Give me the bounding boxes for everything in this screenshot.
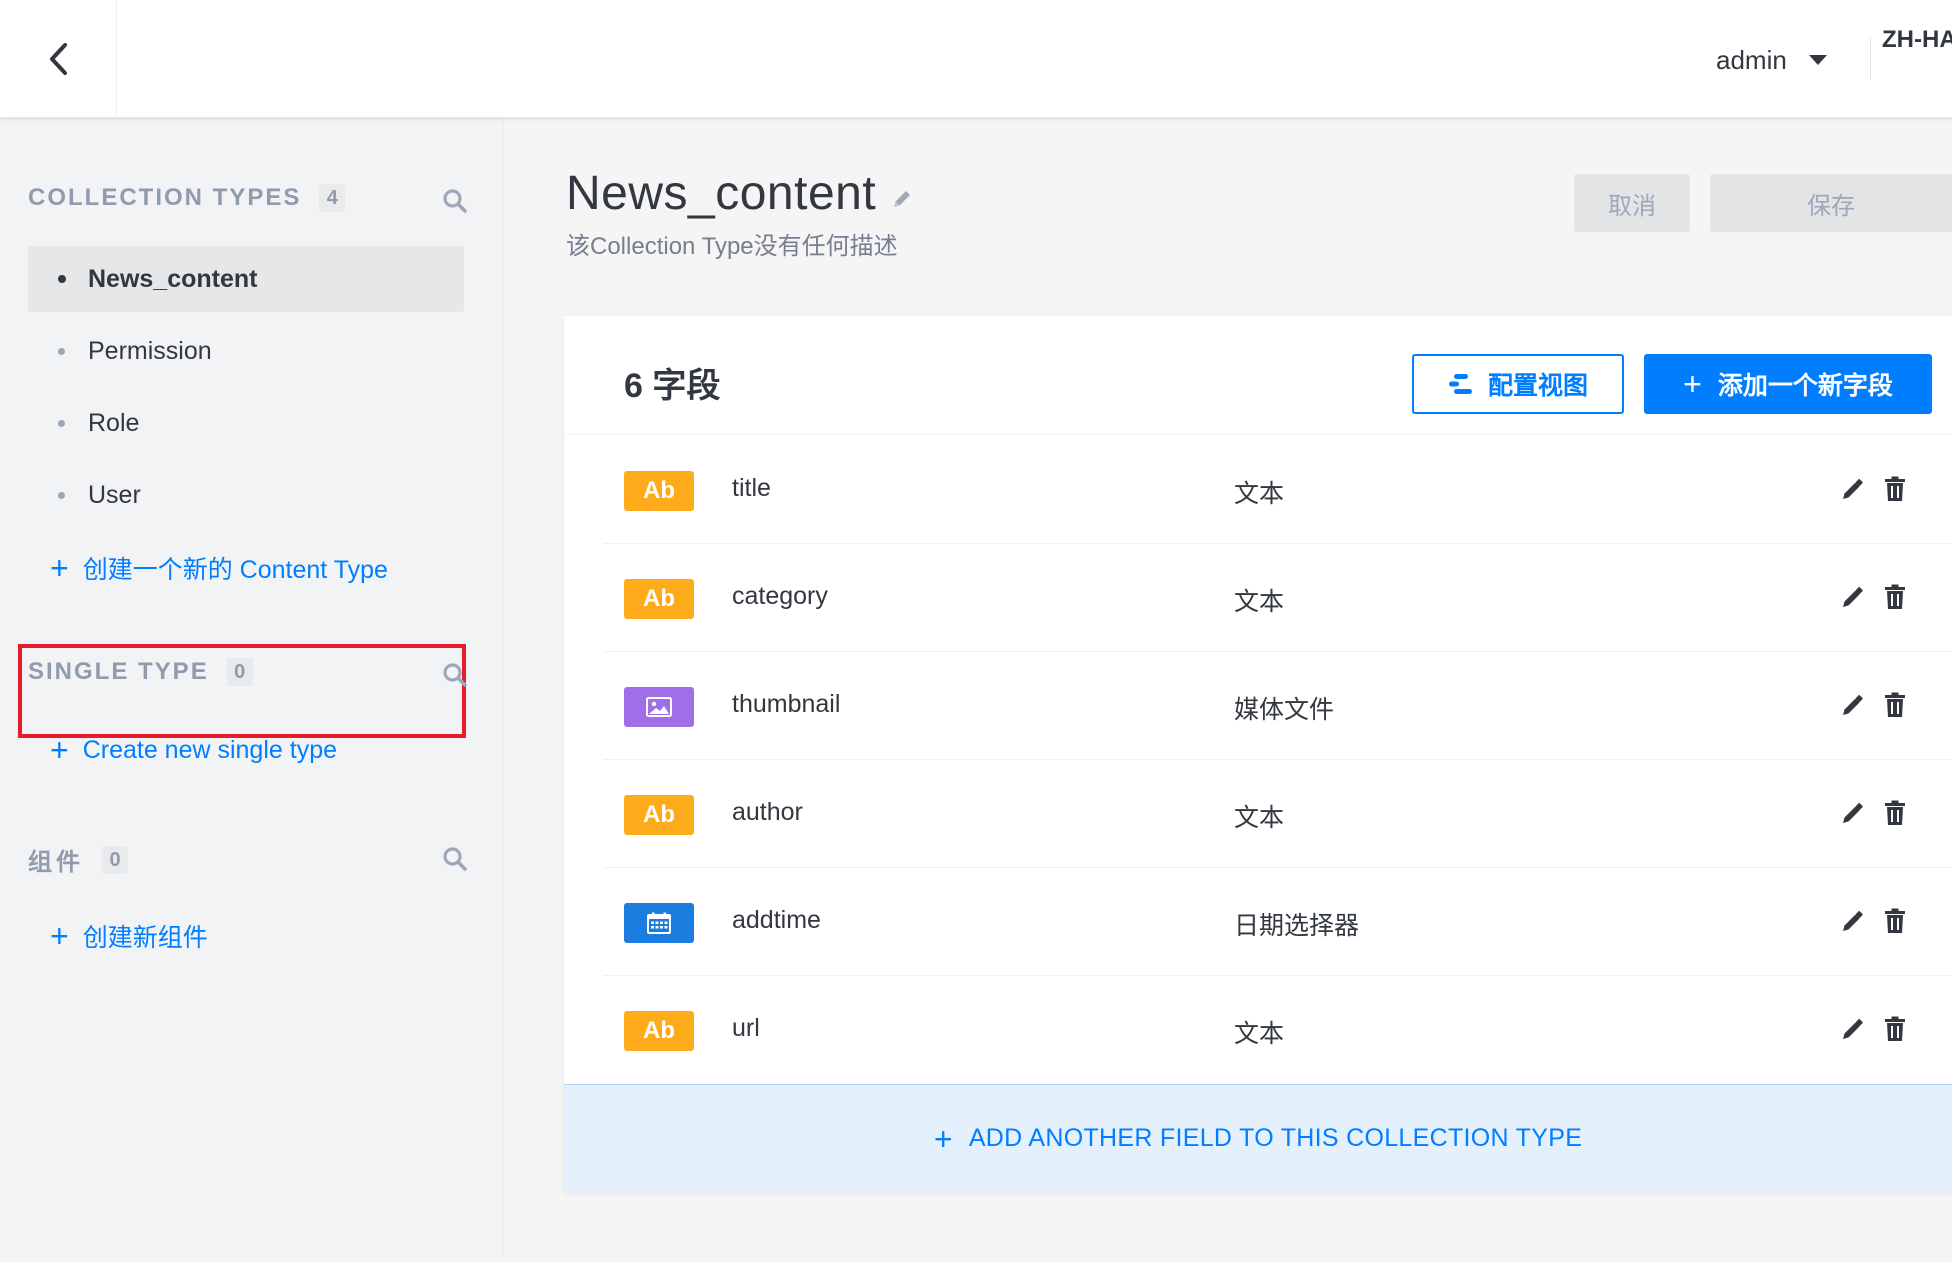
single-type-header: SINGLE TYPE 0 xyxy=(28,658,253,686)
field-type: 媒体文件 xyxy=(1234,696,1335,724)
caret-down-icon xyxy=(1808,55,1827,65)
plus-icon: + xyxy=(933,1120,953,1157)
search-icon[interactable] xyxy=(442,846,468,872)
field-row-thumbnail[interactable]: thumbnail 媒体文件 xyxy=(604,652,1952,760)
field-row-title[interactable]: Ab title 文本 xyxy=(604,436,1952,544)
field-name: author xyxy=(732,798,803,826)
components-count: 0 xyxy=(102,845,128,874)
sidebar-item-role[interactable]: Role xyxy=(28,390,464,456)
trash-icon[interactable] xyxy=(1884,584,1906,610)
sidebar: COLLECTION TYPES 4 News_content Permissi… xyxy=(0,118,504,1262)
text-type-icon: Ab xyxy=(624,579,694,619)
field-name: title xyxy=(732,474,771,502)
content-type-name: News_content xyxy=(566,167,877,220)
text-type-icon: Ab xyxy=(624,471,694,511)
chevron-left-icon xyxy=(50,43,67,75)
search-icon[interactable] xyxy=(442,662,468,688)
collection-types-count: 4 xyxy=(319,184,346,212)
cancel-button[interactable]: 取消 xyxy=(1574,174,1690,232)
pencil-icon[interactable] xyxy=(1840,910,1864,934)
collection-types-title: COLLECTION TYPES xyxy=(28,184,302,211)
bullet-icon xyxy=(58,275,66,283)
page-title: News_content xyxy=(566,166,914,221)
pencil-icon[interactable] xyxy=(1840,1018,1864,1042)
fields-card: 6 字段 配置视图 + 添加一个新字段 Ab title 文本 Ab categ… xyxy=(564,316,1952,1192)
field-type: 文本 xyxy=(1234,1020,1285,1048)
create-single-type-link[interactable]: + Create new single type xyxy=(50,734,337,766)
field-row-url[interactable]: Ab url 文本 xyxy=(604,976,1952,1084)
language-switcher[interactable]: ZH-HANS xyxy=(1882,26,1952,54)
sidebar-item-label: News_content xyxy=(88,264,258,293)
save-button[interactable]: 保存 xyxy=(1710,174,1952,232)
field-row-category[interactable]: Ab category 文本 xyxy=(604,544,1952,652)
field-type: 日期选择器 xyxy=(1234,912,1360,940)
search-icon[interactable] xyxy=(442,188,468,214)
trash-icon[interactable] xyxy=(1884,692,1906,718)
bullet-icon xyxy=(58,347,65,355)
create-content-type-link[interactable]: + 创建一个新的 Content Type xyxy=(50,550,388,586)
divider xyxy=(564,434,1952,435)
back-button[interactable] xyxy=(0,0,117,118)
pencil-icon[interactable] xyxy=(890,187,914,211)
field-name: addtime xyxy=(732,906,821,934)
fields-count-title: 6 字段 xyxy=(624,367,721,405)
bullet-icon xyxy=(58,491,65,499)
configure-view-label: 配置视图 xyxy=(1487,372,1588,400)
pencil-icon[interactable] xyxy=(1840,478,1864,502)
field-name: url xyxy=(732,1014,760,1042)
create-content-type-label: 创建一个新的 Content Type xyxy=(82,556,388,584)
trash-icon[interactable] xyxy=(1884,800,1906,826)
trash-icon[interactable] xyxy=(1884,1016,1906,1042)
plus-icon: + xyxy=(1683,366,1702,402)
calendar-type-icon xyxy=(624,903,694,943)
pencil-icon[interactable] xyxy=(1840,694,1864,718)
add-field-button[interactable]: + 添加一个新字段 xyxy=(1644,354,1932,414)
trash-icon[interactable] xyxy=(1884,908,1906,934)
field-row-addtime[interactable]: addtime 日期选择器 xyxy=(604,868,1952,976)
divider xyxy=(1870,38,1871,80)
top-bar: admin ZH-HANS xyxy=(0,0,1952,118)
pencil-icon[interactable] xyxy=(1840,802,1864,826)
bullet-icon xyxy=(58,419,65,427)
image-type-icon xyxy=(624,687,694,727)
pencil-icon[interactable] xyxy=(1840,586,1864,610)
list-settings-icon xyxy=(1448,374,1472,394)
collection-types-header: COLLECTION TYPES 4 xyxy=(28,184,346,212)
calendar-icon xyxy=(647,912,671,934)
create-component-label: 创建新组件 xyxy=(82,924,208,952)
components-title: 组件 xyxy=(28,849,84,876)
single-type-title: SINGLE TYPE xyxy=(28,658,209,685)
user-menu[interactable]: admin xyxy=(1716,40,1827,80)
plus-icon: + xyxy=(50,918,69,954)
page-description: 该Collection Type没有任何描述 xyxy=(566,233,898,260)
create-single-type-label: Create new single type xyxy=(82,735,337,764)
single-type-count: 0 xyxy=(226,658,253,686)
trash-icon[interactable] xyxy=(1884,476,1906,502)
field-type: 文本 xyxy=(1234,588,1285,616)
sidebar-item-user[interactable]: User xyxy=(28,462,464,528)
image-icon xyxy=(646,697,672,717)
sidebar-item-label: User xyxy=(88,480,141,509)
field-name: thumbnail xyxy=(732,690,841,718)
sidebar-item-permission[interactable]: Permission xyxy=(28,318,464,384)
configure-view-button[interactable]: 配置视图 xyxy=(1412,354,1624,414)
user-name: admin xyxy=(1716,44,1787,75)
field-type: 文本 xyxy=(1234,804,1285,832)
field-type: 文本 xyxy=(1234,480,1285,508)
sidebar-item-news-content[interactable]: News_content xyxy=(28,246,464,312)
sidebar-item-label: Role xyxy=(88,408,140,437)
add-another-field-label: ADD ANOTHER FIELD TO THIS COLLECTION TYP… xyxy=(968,1124,1583,1152)
plus-icon: + xyxy=(50,732,69,768)
components-header: 组件 0 xyxy=(28,842,128,877)
plus-icon: + xyxy=(50,550,69,586)
add-field-label: 添加一个新字段 xyxy=(1717,372,1893,400)
field-row-author[interactable]: Ab author 文本 xyxy=(604,760,1952,868)
text-type-icon: Ab xyxy=(624,1011,694,1051)
field-name: category xyxy=(732,582,828,610)
sidebar-item-label: Permission xyxy=(88,336,212,365)
create-component-link[interactable]: + 创建新组件 xyxy=(50,918,208,954)
add-another-field-button[interactable]: + ADD ANOTHER FIELD TO THIS COLLECTION T… xyxy=(564,1084,1952,1192)
text-type-icon: Ab xyxy=(624,795,694,835)
